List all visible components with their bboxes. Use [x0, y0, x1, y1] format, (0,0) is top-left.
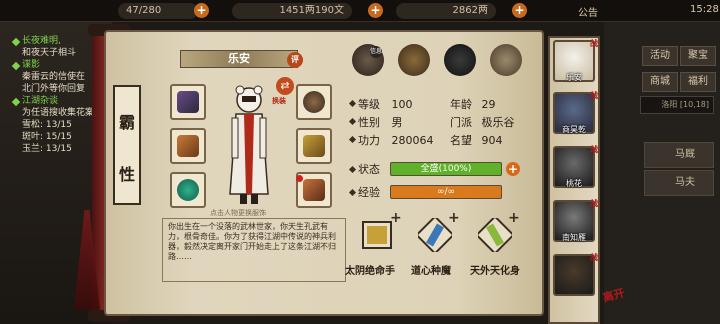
character-name-banner: 乐安 — [180, 50, 298, 68]
fame-label: 名望 — [450, 134, 472, 147]
trait-char-2: 性 — [118, 165, 135, 184]
age-label: 年龄 — [450, 98, 472, 111]
top-resource-bar: 47/280 + 1451两190文 + 2862两 + 公告 15:28 — [0, 0, 720, 22]
shop-button[interactable]: 商城 — [642, 72, 678, 92]
boots-icon — [303, 179, 325, 201]
trait-char-1: 霸 — [118, 113, 135, 132]
gold-add-button[interactable]: + — [512, 3, 527, 18]
welfare-button[interactable]: 福利 — [680, 72, 716, 92]
gold-value: 2862两 — [452, 5, 488, 16]
skill-1-name: 太阴绝命手 — [345, 266, 395, 277]
equip-slot-armor[interactable] — [296, 128, 332, 164]
clock: 15:28 — [690, 4, 719, 15]
groom-list-item[interactable]: 马夫 — [644, 170, 714, 196]
state-bar: 全盛(100%) — [390, 162, 502, 176]
silver-add-button[interactable]: + — [368, 3, 383, 18]
exp-bar: ∞/∞ — [390, 185, 502, 199]
equip-slot-accessory[interactable] — [170, 172, 206, 208]
taiji-icon[interactable] — [444, 44, 476, 76]
swap-outfit-icon[interactable]: ⇄ — [276, 77, 294, 95]
treasure-button[interactable]: 聚宝 — [680, 46, 716, 66]
age-row: 年龄 29 — [450, 98, 496, 112]
cylinder-scroll-icon[interactable] — [418, 218, 452, 252]
gender-row: 性别 男 — [358, 116, 403, 130]
skill-2-name: 道心种魔 — [411, 266, 451, 277]
battle-tag-3: 战 — [590, 145, 598, 154]
quest-line: 谍影 — [22, 60, 41, 70]
notice-button[interactable]: 公告 — [578, 4, 598, 19]
new-item-indicator — [296, 175, 303, 182]
skill-3-name: 天外天化身 — [470, 266, 520, 277]
bamboo-scroll-icon[interactable] — [478, 218, 512, 252]
activity-button[interactable]: 活动 — [642, 46, 678, 66]
restore-state-button[interactable]: + — [506, 162, 520, 176]
quest-line: 秦雷云的信使在 — [22, 72, 86, 82]
portrait-name-1: 乐安 — [566, 73, 582, 82]
equip-slot-head[interactable] — [296, 84, 332, 120]
sect-label: 门派 — [450, 116, 472, 129]
stamina-value: 47/280 — [126, 5, 162, 16]
level-row: 等级 100 — [358, 98, 413, 112]
state-bar-text: 全盛(100%) — [420, 164, 472, 174]
armguard-icon — [177, 135, 199, 157]
quest-line: 斑叶: 15/15 — [22, 132, 72, 142]
silver-counter: 1451两190文 — [232, 3, 352, 19]
exp-label: 经验 — [358, 186, 380, 199]
meridian-icon[interactable] — [490, 44, 522, 76]
battle-tag-4: 战 — [590, 199, 598, 208]
scroll-skill-icon[interactable] — [360, 218, 394, 252]
equip-slot-weapon[interactable] — [170, 84, 206, 120]
quest-line: 江湖杂谈 — [22, 96, 59, 106]
change-outfit-hint: 点击人物更换服饰 — [210, 209, 266, 217]
battle-tag-5: 战 — [590, 253, 598, 262]
quest-line: 雪松: 13/15 — [22, 120, 72, 130]
fame-row: 名望 904 — [450, 134, 503, 148]
level-value: 100 — [391, 98, 413, 111]
exp-bar-text: ∞/∞ — [436, 187, 456, 197]
power-row: 功力 280064 — [358, 134, 434, 148]
evaluate-button[interactable]: 评 — [287, 52, 303, 68]
power-label: 功力 — [358, 134, 380, 147]
portrait-5[interactable] — [553, 254, 595, 296]
quest-line: 为任语搜收集花案 — [22, 108, 95, 118]
swap-outfit-label: 换装 — [272, 97, 286, 105]
portrait-name-4: 南知雁 — [562, 233, 586, 242]
sect-value: 极乐谷 — [481, 116, 515, 129]
age-value: 29 — [481, 98, 496, 111]
stamina-add-button[interactable]: + — [194, 3, 209, 18]
gauntlet-icon — [177, 91, 199, 113]
portrait-name-2: 商昊乾 — [562, 125, 586, 134]
quest-line: 玉兰: 13/15 — [22, 144, 72, 154]
armor-icon — [303, 135, 325, 157]
gender-value: 男 — [391, 116, 403, 129]
mount-icon[interactable] — [398, 44, 430, 76]
stable-list-item[interactable]: 马厩 — [644, 142, 714, 168]
quest-line: 北门外等你回复 — [22, 84, 86, 94]
portrait-name-3: 桃花 — [566, 179, 582, 188]
equip-slot-hand[interactable] — [170, 128, 206, 164]
trait-title-box: 霸 性 — [113, 85, 141, 205]
battle-tag-1: 战 — [590, 39, 598, 48]
level-label: 等级 — [358, 98, 380, 111]
location-display: 洛阳 [10,18] — [640, 96, 714, 114]
helmet-icon — [303, 91, 325, 113]
silver-value: 1451两190文 — [279, 5, 344, 16]
gold-counter: 2862两 — [396, 3, 496, 19]
character-bio: 你出生在一个没落的武林世家，你天生孔武有力，根骨奇佳。你为了获得江湖中传说的神兵… — [168, 222, 336, 261]
stamina-counter: 47/280 — [118, 3, 198, 19]
power-value: 280064 — [391, 134, 434, 147]
fame-value: 904 — [481, 134, 503, 147]
quest-line: 长夜难明, — [22, 36, 61, 46]
battle-tag-2: 战 — [590, 91, 598, 100]
character-figure[interactable] — [226, 84, 272, 206]
jade-bracelet-icon — [177, 179, 199, 201]
info-badge: 信息 — [370, 46, 382, 58]
quest-line: 和夜天子相斗 — [22, 48, 77, 58]
sect-row: 门派 极乐谷 — [450, 116, 515, 130]
state-label: 状态 — [358, 163, 380, 176]
gender-label: 性别 — [358, 116, 380, 129]
